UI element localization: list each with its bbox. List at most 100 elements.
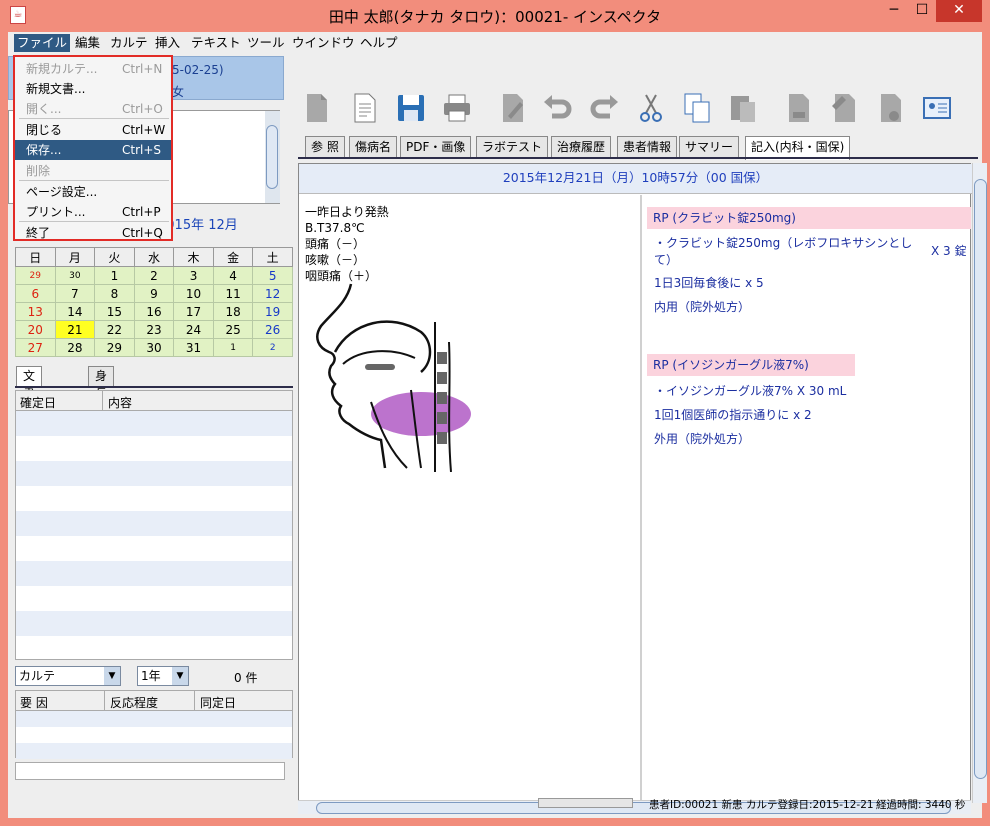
calendar-day[interactable]: 13	[15, 302, 56, 321]
calendar-day[interactable]: 4	[212, 266, 254, 285]
menu-item-7[interactable]: プリント... Ctrl+P	[15, 202, 171, 222]
soa-pane[interactable]: 一昨日より発熱 B.T37.8℃ 頭痛（－） 咳嗽（－） 咽頭痛（＋）	[305, 204, 389, 284]
calendar-day[interactable]: 24	[173, 320, 214, 339]
calendar-day[interactable]: 1	[212, 338, 254, 357]
calendar-day[interactable]: 10	[173, 284, 214, 303]
table-row[interactable]	[16, 586, 292, 611]
table-row[interactable]	[16, 711, 292, 727]
close-button[interactable]: ✕	[936, 0, 982, 22]
column-identified-date[interactable]: 同定日	[200, 694, 236, 711]
menu-item-3[interactable]: 閉じる Ctrl+W	[15, 120, 171, 140]
menu-text[interactable]: テキスト	[188, 34, 244, 52]
tab-1[interactable]: 傷病名	[349, 136, 398, 158]
print-icon[interactable]	[442, 92, 472, 124]
stamp-icon[interactable]	[784, 92, 814, 124]
new-doc-icon[interactable]	[350, 92, 380, 124]
calendar-day[interactable]: 31	[173, 338, 214, 357]
calendar-day[interactable]: 28	[54, 338, 96, 357]
tab-2[interactable]: PDF・画像	[400, 136, 472, 158]
calendar-day[interactable]: 15	[94, 302, 135, 321]
pencil-doc-icon[interactable]	[876, 92, 906, 124]
save-icon[interactable]	[396, 92, 426, 124]
doc-type-select[interactable]: カルテ ▼	[15, 666, 121, 686]
tab-3[interactable]: ラボテスト	[476, 136, 549, 158]
table-row[interactable]	[16, 536, 292, 561]
menu-file[interactable]: ファイル	[14, 34, 71, 52]
table-row[interactable]	[16, 461, 292, 486]
table-row[interactable]	[16, 511, 292, 536]
tab-4[interactable]: 治療履歴	[551, 136, 612, 158]
menu-item-6[interactable]: ページ設定...	[15, 182, 171, 202]
calendar-day[interactable]: 23	[133, 320, 175, 339]
tab-0[interactable]: 参 照	[305, 136, 345, 158]
calendar-day[interactable]: 7	[54, 284, 96, 303]
column-factor[interactable]: 要 因	[20, 694, 48, 711]
calendar-day[interactable]: 27	[15, 338, 56, 357]
menu-karte[interactable]: カルテ	[107, 34, 151, 52]
table-row[interactable]	[16, 743, 292, 759]
menu-item-1[interactable]: 新規文書...	[15, 79, 171, 99]
calendar-day[interactable]: 9	[133, 284, 175, 303]
tab-height-weight[interactable]: 身長体重	[88, 366, 115, 437]
calendar-day[interactable]: 3	[173, 266, 214, 285]
minimize-button[interactable]: ─	[880, 0, 908, 22]
calendar-day[interactable]: 21	[54, 320, 96, 339]
menu-item-4[interactable]: 保存... Ctrl+S	[15, 140, 171, 160]
rp-header[interactable]: RP (クラビット錠250mg)	[647, 207, 971, 229]
cut-icon[interactable]	[636, 92, 666, 124]
calendar-day[interactable]: 2	[252, 338, 293, 357]
calendar-day[interactable]: 19	[252, 302, 293, 321]
menu-insert[interactable]: 挿入	[152, 34, 183, 52]
table-row[interactable]	[16, 436, 292, 461]
maximize-button[interactable]: ☐	[908, 0, 936, 22]
table-row[interactable]	[16, 411, 292, 436]
menu-edit[interactable]: 編集	[72, 34, 103, 52]
calendar-day[interactable]: 6	[15, 284, 56, 303]
rp-header[interactable]: RP (イソジンガーグル液7%)	[647, 354, 855, 376]
calendar-day[interactable]: 14	[54, 302, 96, 321]
calendar-day[interactable]: 30	[133, 338, 175, 357]
paste-icon[interactable]	[728, 92, 758, 124]
menu-window[interactable]: ウインドウ	[289, 34, 358, 52]
menu-item-8[interactable]: 終了 Ctrl+Q	[15, 223, 171, 243]
calendar-day[interactable]: 29	[15, 266, 56, 285]
calendar-day[interactable]: 16	[133, 302, 175, 321]
edit-icon[interactable]	[498, 92, 528, 124]
calendar-day[interactable]: 8	[94, 284, 135, 303]
calendar-day[interactable]: 5	[252, 266, 293, 285]
menu-item-2[interactable]: 開く... Ctrl+O	[15, 99, 171, 119]
calendar-day[interactable]: 17	[173, 302, 214, 321]
menu-tool[interactable]: ツール	[244, 34, 288, 52]
menu-item-5[interactable]: 削除	[15, 161, 171, 181]
status-input[interactable]	[15, 762, 285, 780]
table-row[interactable]	[16, 611, 292, 636]
table-row[interactable]	[16, 561, 292, 586]
column-content[interactable]: 内容	[108, 394, 132, 411]
undo-icon[interactable]	[542, 92, 572, 124]
calendar-day[interactable]: 26	[252, 320, 293, 339]
scroll-thumb[interactable]	[974, 179, 987, 779]
copy-icon[interactable]	[682, 92, 712, 124]
calendar-day[interactable]: 22	[94, 320, 135, 339]
table-row[interactable]	[16, 486, 292, 511]
calendar-day[interactable]: 29	[94, 338, 135, 357]
tab-6[interactable]: サマリー	[679, 136, 740, 158]
period-select[interactable]: 1年 ▼	[137, 666, 189, 686]
calendar-day[interactable]: 1	[94, 266, 135, 285]
column-reaction[interactable]: 反応程度	[110, 694, 158, 711]
image-icon[interactable]	[830, 92, 860, 124]
calendar-day[interactable]: 30	[54, 266, 96, 285]
column-confirm-date[interactable]: 確定日	[20, 394, 56, 411]
calendar-day[interactable]: 18	[212, 302, 254, 321]
calendar-day[interactable]: 11	[212, 284, 254, 303]
calendar-day[interactable]: 25	[212, 320, 254, 339]
new-karte-icon[interactable]	[302, 92, 332, 124]
tab-doc-history[interactable]: 文書履歴	[16, 366, 43, 437]
menu-item-0[interactable]: 新規カルテ... Ctrl+N	[15, 59, 171, 79]
calendar-day[interactable]: 2	[133, 266, 175, 285]
calendar-day[interactable]: 12	[252, 284, 293, 303]
calendar-day[interactable]: 20	[15, 320, 56, 339]
memo-scrollbar[interactable]	[265, 111, 280, 203]
redo-icon[interactable]	[590, 92, 620, 124]
menu-help[interactable]: ヘルプ	[357, 34, 401, 52]
